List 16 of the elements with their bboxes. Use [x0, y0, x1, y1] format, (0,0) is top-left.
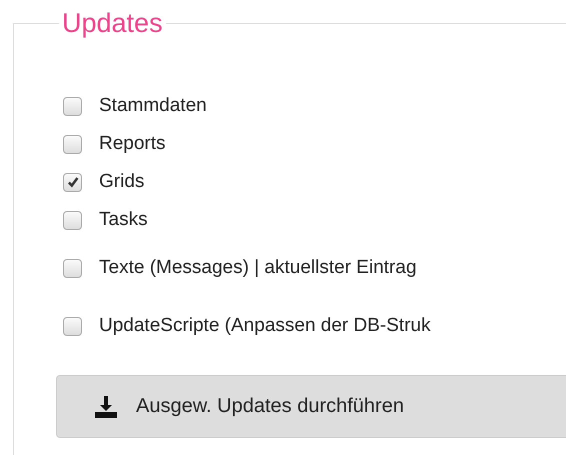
checkbox-label: Reports — [99, 133, 166, 155]
checkbox[interactable] — [63, 316, 82, 336]
checkbox[interactable] — [63, 210, 82, 230]
checkbox-label: UpdateScripte (Anpassen der DB-Struk — [99, 315, 431, 337]
check-icon — [66, 175, 80, 189]
checkbox[interactable] — [63, 134, 82, 154]
checkbox[interactable] — [63, 96, 82, 116]
checkbox[interactable] — [63, 258, 82, 278]
checkbox-label: Tasks — [99, 209, 148, 231]
checkbox-label: Stammdaten — [99, 95, 207, 117]
checkbox-label: Grids — [99, 171, 144, 193]
checkbox[interactable] — [63, 172, 82, 192]
checkbox-label: Texte (Messages) | aktuellster Eintrag — [99, 257, 417, 279]
run-updates-button[interactable]: Ausgew. Updates durchführen — [56, 375, 566, 438]
download-icon — [94, 396, 118, 418]
panel-title: Updates — [61, 8, 164, 39]
